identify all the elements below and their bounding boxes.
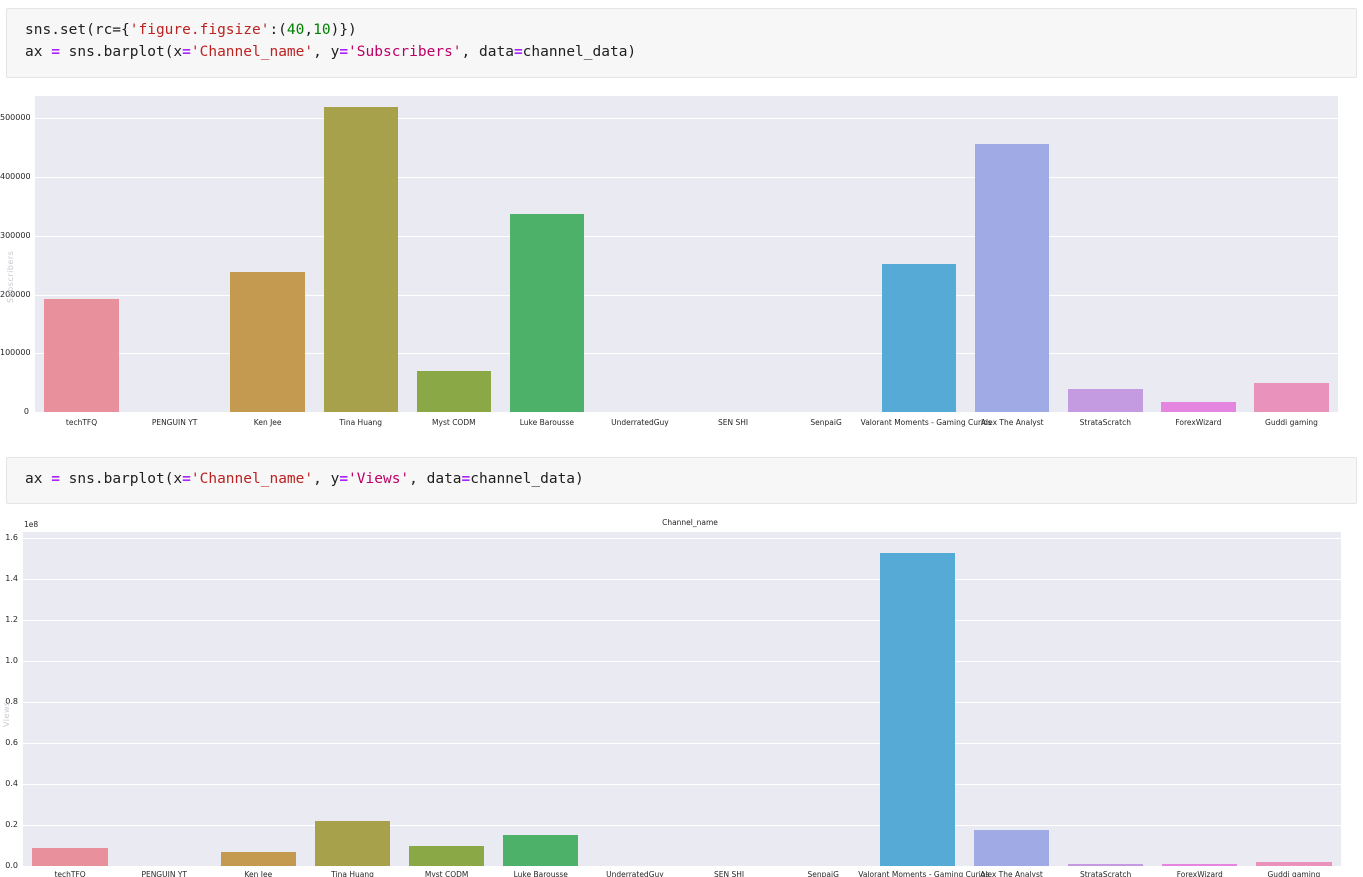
code-token: =	[461, 471, 471, 487]
code-token: sns.barplot(x	[59, 44, 183, 60]
code-token: ,	[304, 22, 314, 38]
code-line: ax = sns.barplot(x='Channel_name', y='Su…	[25, 41, 1356, 63]
code-token: 'figure.figsize'	[129, 22, 270, 38]
y-tick-label: 0.0	[5, 861, 18, 870]
notebook-page: sns.set(rc={'figure.figsize':(40,10)}) ax…	[0, 0, 1363, 877]
bar	[32, 847, 108, 866]
code-token: {	[121, 22, 130, 38]
y-tick-label: 1.6	[5, 533, 18, 543]
y-tick-label: 0.6	[5, 738, 18, 748]
code-token: 10	[313, 22, 331, 38]
plot-area-subscribers	[35, 96, 1338, 412]
plot-area-views	[23, 532, 1341, 866]
bar	[416, 370, 492, 412]
code-line: sns.set(rc={'figure.figsize':(40,10)})	[25, 19, 1356, 41]
y-tick-label: 0.4	[5, 779, 18, 789]
bar	[509, 214, 585, 412]
bar	[1254, 383, 1329, 412]
y-tick-label: 0	[23, 407, 29, 416]
y-tick-label: 500000	[0, 113, 31, 123]
bar	[408, 845, 485, 866]
bar	[1068, 389, 1143, 412]
code-token: =	[182, 44, 191, 60]
code-token: =	[513, 44, 523, 60]
bar	[503, 835, 579, 866]
y-tick-label: 1.0	[5, 656, 18, 666]
bar	[1162, 863, 1238, 866]
y-tick-label: 0.2	[5, 820, 18, 830]
code-token: , data	[409, 471, 462, 487]
bar	[1161, 402, 1236, 412]
bar	[314, 820, 391, 866]
code-token: )})	[330, 22, 357, 38]
bar	[879, 552, 955, 866]
y-tick-label: 400000	[0, 172, 31, 182]
code-cell-subscribers[interactable]: sns.set(rc={'figure.figsize':(40,10)}) ax…	[6, 8, 1357, 78]
code-cell-views[interactable]: ax = sns.barplot(x='Channel_name', y='Vi…	[6, 457, 1357, 504]
code-token: =	[182, 471, 191, 487]
code-line: ax = sns.barplot(x='Channel_name', y='Vi…	[25, 468, 1356, 490]
code-token: sns.set(rc=	[25, 22, 122, 38]
bar	[881, 264, 957, 412]
bar	[975, 144, 1050, 412]
code-token: ax	[25, 471, 52, 487]
ylabel-subscribers: Subscribers	[6, 250, 15, 303]
code-token: 'Channel_name'	[190, 44, 314, 60]
code-token: =	[339, 44, 349, 60]
code-token: , y	[313, 471, 340, 487]
y-tick-label: 1.2	[5, 615, 18, 625]
bar	[44, 299, 119, 412]
y-tick-label: 1.4	[5, 574, 18, 584]
code-token: 40	[286, 22, 305, 38]
bar	[323, 107, 398, 412]
bar	[1256, 862, 1332, 866]
y-tick-label: 300000	[0, 230, 31, 240]
bar	[1067, 863, 1144, 866]
x-tick-label: Guddi gaming	[1265, 418, 1318, 427]
code-token: 'Subscribers'	[348, 44, 462, 60]
code-token: ax	[25, 44, 52, 60]
bar	[220, 851, 296, 866]
x-tick-label: Guddi gaming	[1267, 870, 1321, 877]
code-token: :(	[269, 22, 287, 38]
code-token: channel_data)	[522, 44, 637, 60]
y-offset-text-views: 1e8	[24, 520, 39, 529]
code-token: =	[51, 471, 60, 487]
bar	[973, 830, 1050, 866]
code-token: =	[339, 471, 349, 487]
ylabel-views: Views	[2, 701, 11, 727]
bars-views	[23, 532, 1341, 866]
code-token: 'Channel_name'	[190, 471, 314, 487]
bars-subscribers	[35, 96, 1338, 412]
code-token: , data	[461, 44, 514, 60]
figure-subscribers: 0 100000 200000 300000 400000 500000 techTFQ P…	[0, 88, 1363, 527]
code-token: 'Views'	[348, 471, 410, 487]
code-token: channel_data)	[470, 471, 584, 487]
figure-views: 0.0 0.2 0.4 0.6 0.8 1.0 1.2 1.4 1.6 techTFQ PENGU…	[0, 512, 1363, 877]
code-token: , y	[313, 44, 340, 60]
code-token: sns.barplot(x	[59, 471, 183, 487]
code-token: =	[51, 44, 60, 60]
y-tick-label: 100000	[0, 348, 31, 358]
bar	[230, 272, 305, 412]
